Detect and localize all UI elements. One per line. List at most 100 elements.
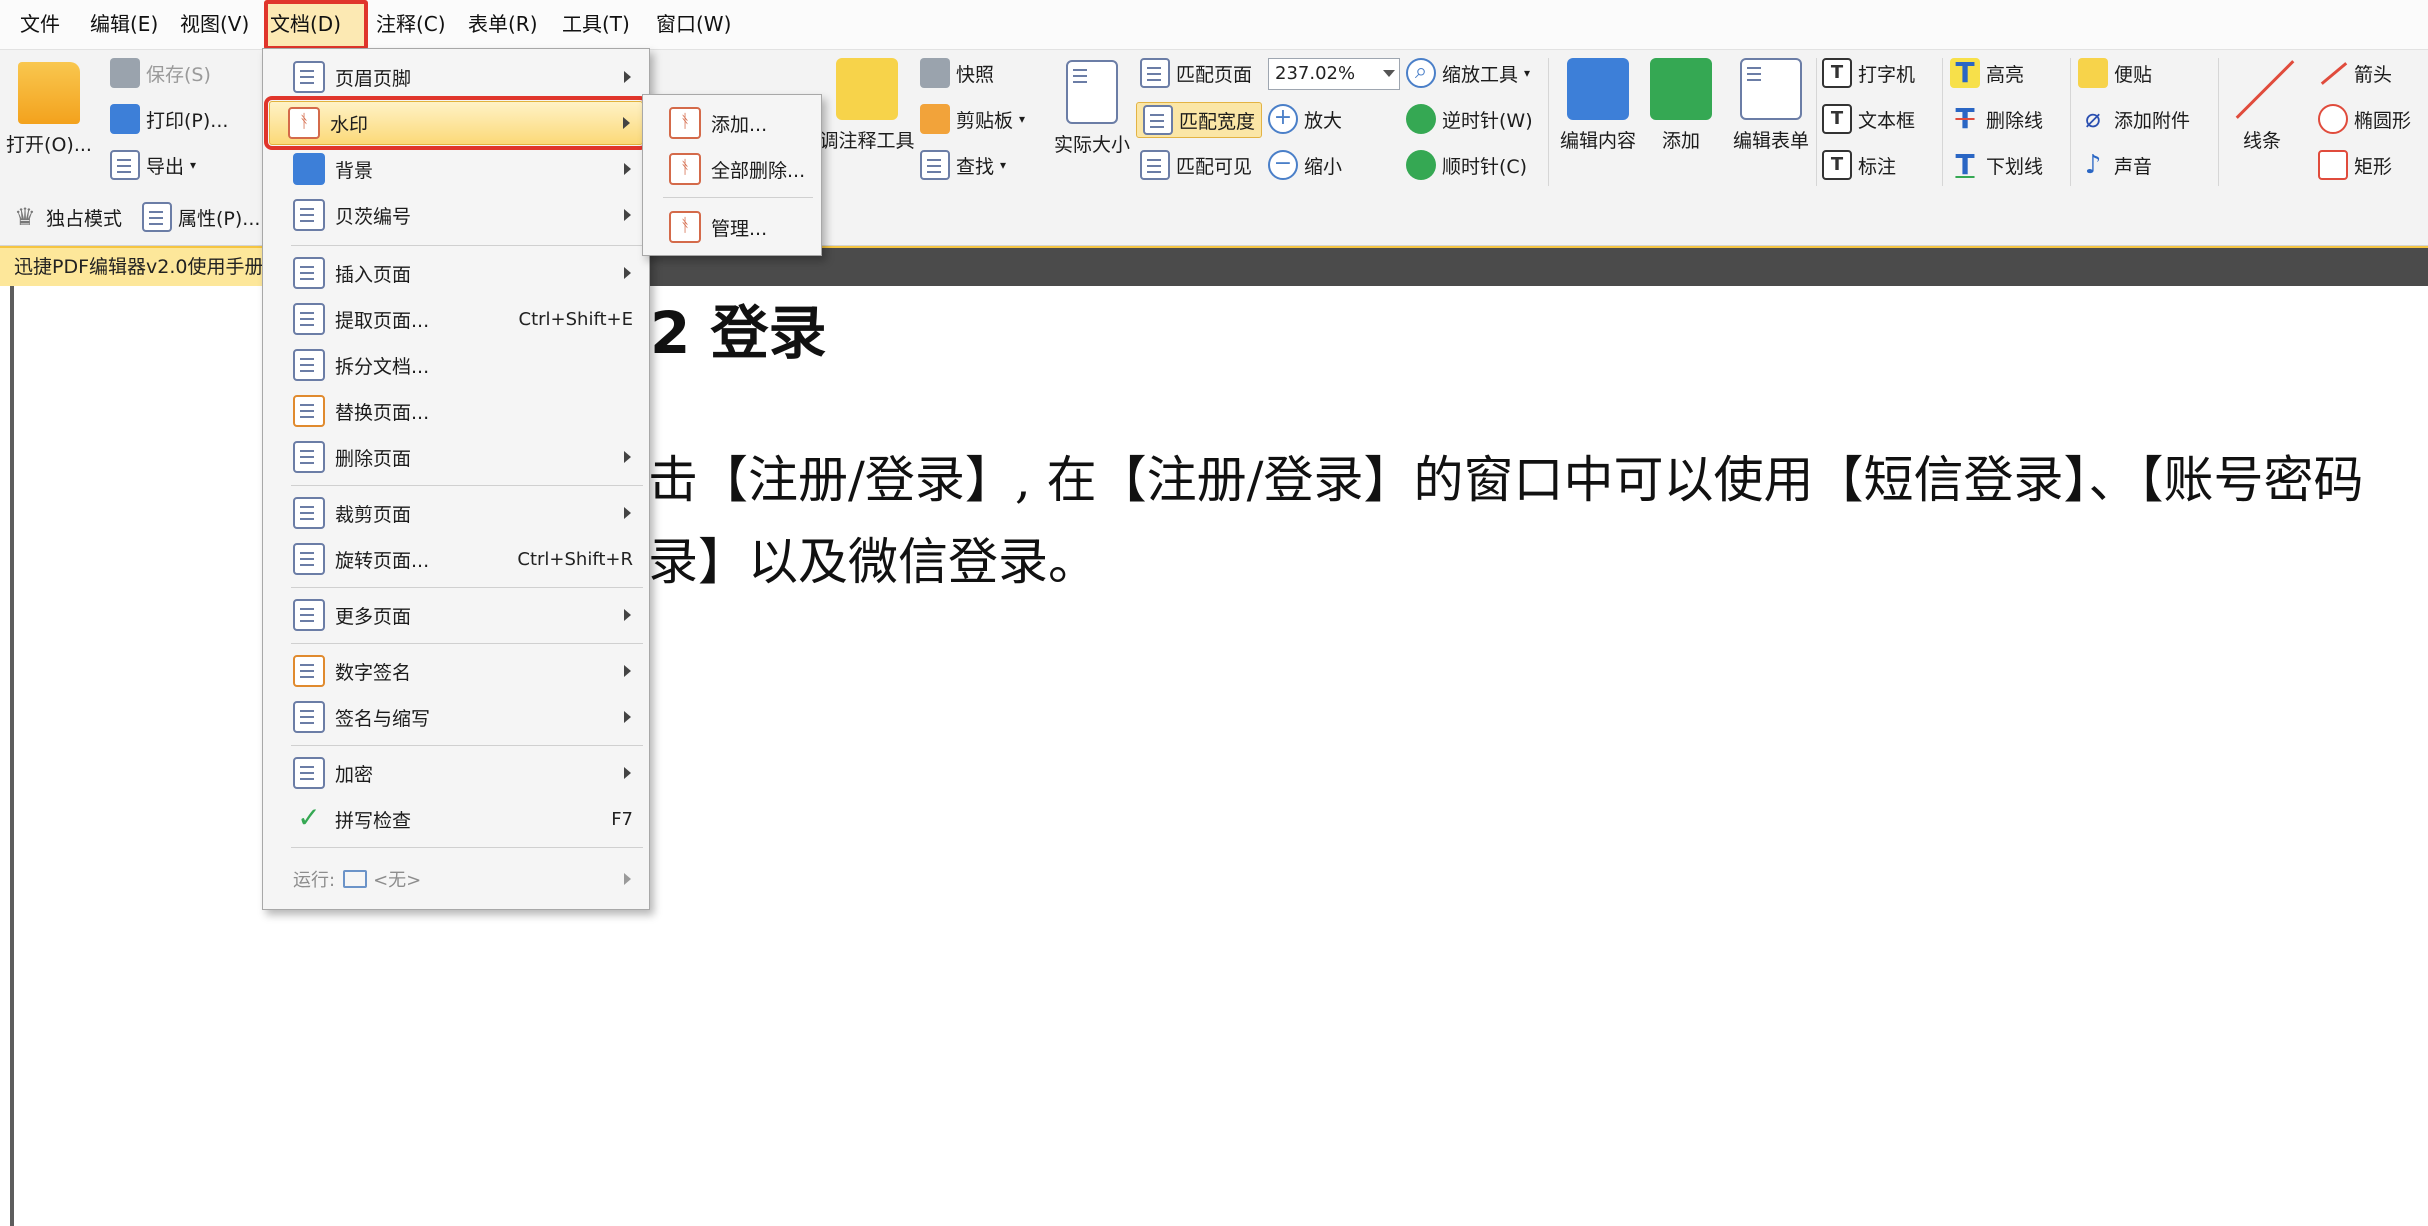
chevron-right-icon — [624, 873, 631, 885]
zoom-out-icon: − — [1268, 150, 1298, 180]
rotate-ccw-icon — [1406, 104, 1436, 134]
menu-item-bates-numbering[interactable]: 贝茨编号 — [269, 193, 643, 237]
chevron-right-icon — [624, 609, 631, 621]
ribbon-separator — [2218, 58, 2219, 186]
zoom-out-button[interactable]: − 缩小 — [1268, 150, 1342, 180]
zoom-out-label: 缩小 — [1304, 155, 1343, 178]
menu-item-background[interactable]: 背景 — [269, 147, 643, 191]
menu-item-delete-pages[interactable]: 删除页面 — [269, 435, 643, 479]
add-button[interactable]: 添加 — [1646, 58, 1716, 153]
snapshot-label: 快照 — [956, 63, 995, 86]
sound-button[interactable]: ♪ 声音 — [2078, 150, 2152, 180]
rectangle-button[interactable]: 矩形 — [2318, 150, 2392, 180]
typewriter-icon: T — [1822, 58, 1852, 88]
menu-item-label: 裁剪页面 — [335, 503, 412, 526]
rotate-cw-icon — [1406, 150, 1436, 180]
callout-button[interactable]: T 标注 — [1822, 150, 1896, 180]
find-button[interactable]: 查找 ▾ — [920, 150, 1006, 180]
menu-item-encrypt[interactable]: 加密 — [269, 751, 643, 795]
zoom-in-button[interactable]: + 放大 — [1268, 104, 1342, 134]
insert-page-icon — [293, 257, 325, 289]
menu-bar: 文件 编辑(E) 视图(V) 文档(D) 注释(C) 表单(R) 工具(T) 窗… — [0, 0, 2428, 50]
typewriter-button[interactable]: T 打字机 — [1822, 58, 1915, 88]
menu-item-insert-pages[interactable]: 插入页面 — [269, 251, 643, 295]
menu-item-replace-pages[interactable]: 替换页面... — [269, 389, 643, 433]
menu-tools[interactable]: 工具(T) — [556, 0, 636, 50]
remove-watermark-icon: ᚬ — [669, 153, 701, 185]
zoom-level-select[interactable]: 237.02% — [1268, 58, 1400, 90]
menu-item-run[interactable]: 运行: <无> — [269, 857, 643, 901]
ribbon-separator — [1942, 58, 1943, 186]
submenu-item-remove-all-watermarks[interactable]: ᚬ 全部删除... — [649, 147, 815, 191]
menu-item-digital-signature[interactable]: 数字签名 — [269, 649, 643, 693]
menu-file[interactable]: 文件 — [14, 0, 66, 50]
sticky-note-button[interactable]: 便贴 — [2078, 58, 2152, 88]
underline-button[interactable]: T 下划线 — [1950, 150, 2043, 180]
menu-item-spell-check[interactable]: ✓ 拼写检查 F7 — [269, 797, 643, 841]
underline-icon: T — [1955, 148, 1975, 181]
paperclip-icon: ⌀ — [2085, 104, 2101, 134]
attach-file-button[interactable]: ⌀ 添加附件 — [2078, 104, 2190, 134]
menu-item-sign-and-initials[interactable]: 签名与缩写 — [269, 695, 643, 739]
clipboard-label: 剪贴板 — [956, 109, 1014, 132]
menu-item-extract-pages[interactable]: 提取页面... Ctrl+Shift+E — [269, 297, 643, 341]
annotation-tool-button[interactable]: 调注释工具 — [812, 58, 922, 153]
exclusive-mode-button[interactable]: ♛ 独占模式 — [10, 202, 122, 232]
menu-item-split-document[interactable]: 拆分文档... — [269, 343, 643, 387]
line-button[interactable]: 线条 — [2226, 58, 2298, 153]
submenu-item-manage-watermarks[interactable]: ᚬ 管理... — [649, 205, 815, 249]
export-label: 导出 — [146, 155, 185, 178]
digital-signature-icon — [293, 655, 325, 687]
menu-item-crop-pages[interactable]: 裁剪页面 — [269, 491, 643, 535]
submenu-item-add-watermark[interactable]: ᚬ 添加... — [649, 101, 815, 145]
fit-width-button[interactable]: 匹配宽度 — [1136, 102, 1263, 138]
clipboard-button[interactable]: 剪贴板 ▾ — [920, 104, 1025, 134]
fit-visible-button[interactable]: 匹配可见 — [1140, 150, 1252, 180]
textbox-label: 文本框 — [1858, 109, 1916, 132]
add-image-icon — [1650, 58, 1712, 120]
menu-item-more-pages[interactable]: 更多页面 — [269, 593, 643, 637]
menu-item-header-footer[interactable]: 页眉页脚 — [269, 55, 643, 99]
properties-button[interactable]: 属性(P)... — [142, 202, 260, 232]
menu-edit[interactable]: 编辑(E) — [84, 0, 164, 50]
fit-page-icon — [1140, 58, 1170, 88]
menu-document[interactable]: 文档(D) — [264, 0, 368, 50]
chevron-down-icon — [1383, 70, 1395, 77]
find-label: 查找 — [956, 155, 995, 178]
strikeout-button[interactable]: T 删除线 — [1950, 104, 2043, 134]
annotation-tool-label: 调注释工具 — [819, 130, 915, 152]
highlight-button[interactable]: T 高亮 — [1950, 58, 2024, 88]
body-text-line-1: 击【注册/登录】, 在【注册/登录】的窗口中可以使用【短信登录】、【账号密码 — [648, 451, 2364, 509]
document-tab[interactable]: 迅捷PDF编辑器v2.0使用手册 — [0, 248, 262, 286]
textbox-button[interactable]: T 文本框 — [1822, 104, 1915, 134]
ellipse-button[interactable]: 椭圆形 — [2318, 104, 2411, 134]
bates-number-icon — [293, 199, 325, 231]
actual-size-button[interactable]: 实际大小 — [1050, 60, 1134, 157]
rotate-cw-button[interactable]: 顺时针(C) — [1406, 150, 1527, 180]
menu-separator — [291, 847, 643, 848]
snapshot-button[interactable]: 快照 — [920, 58, 994, 88]
menu-window[interactable]: 窗口(W) — [650, 0, 737, 50]
open-button[interactable]: 打开(O)... — [6, 62, 92, 157]
arrow-button[interactable]: 箭头 — [2318, 58, 2392, 88]
edit-content-button[interactable]: 编辑内容 — [1556, 58, 1640, 153]
rotate-ccw-button[interactable]: 逆时针(W) — [1406, 104, 1533, 134]
menu-item-watermark[interactable]: ᚬ 水印 — [264, 96, 648, 150]
export-button[interactable]: 导出 ▾ — [110, 150, 196, 180]
body-text-line-2: 录】以及微信登录。 — [648, 533, 1098, 591]
edit-form-button[interactable]: 编辑表单 — [1726, 58, 1816, 153]
fit-page-button[interactable]: 匹配页面 — [1140, 58, 1252, 88]
dropdown-caret-icon: ▾ — [1019, 112, 1026, 126]
textbox-icon: T — [1822, 104, 1852, 134]
section-heading: 2 登录 — [650, 299, 827, 367]
menu-form[interactable]: 表单(R) — [462, 0, 544, 50]
menu-view[interactable]: 视图(V) — [174, 0, 255, 50]
menu-comment[interactable]: 注释(C) — [370, 0, 452, 50]
menu-item-rotate-pages[interactable]: 旋转页面... Ctrl+Shift+R — [269, 537, 643, 581]
menu-shortcut: Ctrl+Shift+E — [518, 308, 633, 330]
menu-separator — [291, 245, 643, 246]
menu-item-label: 签名与缩写 — [335, 707, 431, 730]
save-button[interactable]: 保存(S) — [110, 58, 211, 88]
zoom-tool-button[interactable]: ⌕ 缩放工具 ▾ — [1406, 58, 1530, 88]
print-button[interactable]: 打印(P)... — [110, 104, 228, 134]
